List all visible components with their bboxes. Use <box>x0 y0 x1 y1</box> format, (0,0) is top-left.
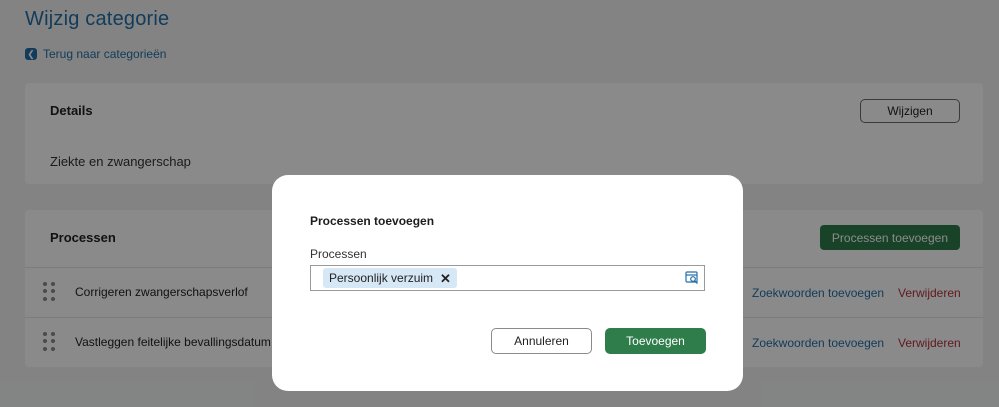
cancel-button[interactable]: Annuleren <box>491 328 592 354</box>
processes-picker-input[interactable]: Persoonlijk verzuim ✕ <box>310 265 705 291</box>
selected-process-chip: Persoonlijk verzuim ✕ <box>323 268 457 288</box>
submit-add-button[interactable]: Toevoegen <box>605 328 706 354</box>
add-processes-dialog: Processen toevoegen Processen Persoonlij… <box>272 175 743 391</box>
chip-label: Persoonlijk verzuim <box>329 271 434 285</box>
processes-field-label: Processen <box>310 247 367 261</box>
dialog-title: Processen toevoegen <box>310 214 435 228</box>
remove-chip-icon[interactable]: ✕ <box>440 272 451 285</box>
search-list-icon[interactable] <box>685 271 699 285</box>
